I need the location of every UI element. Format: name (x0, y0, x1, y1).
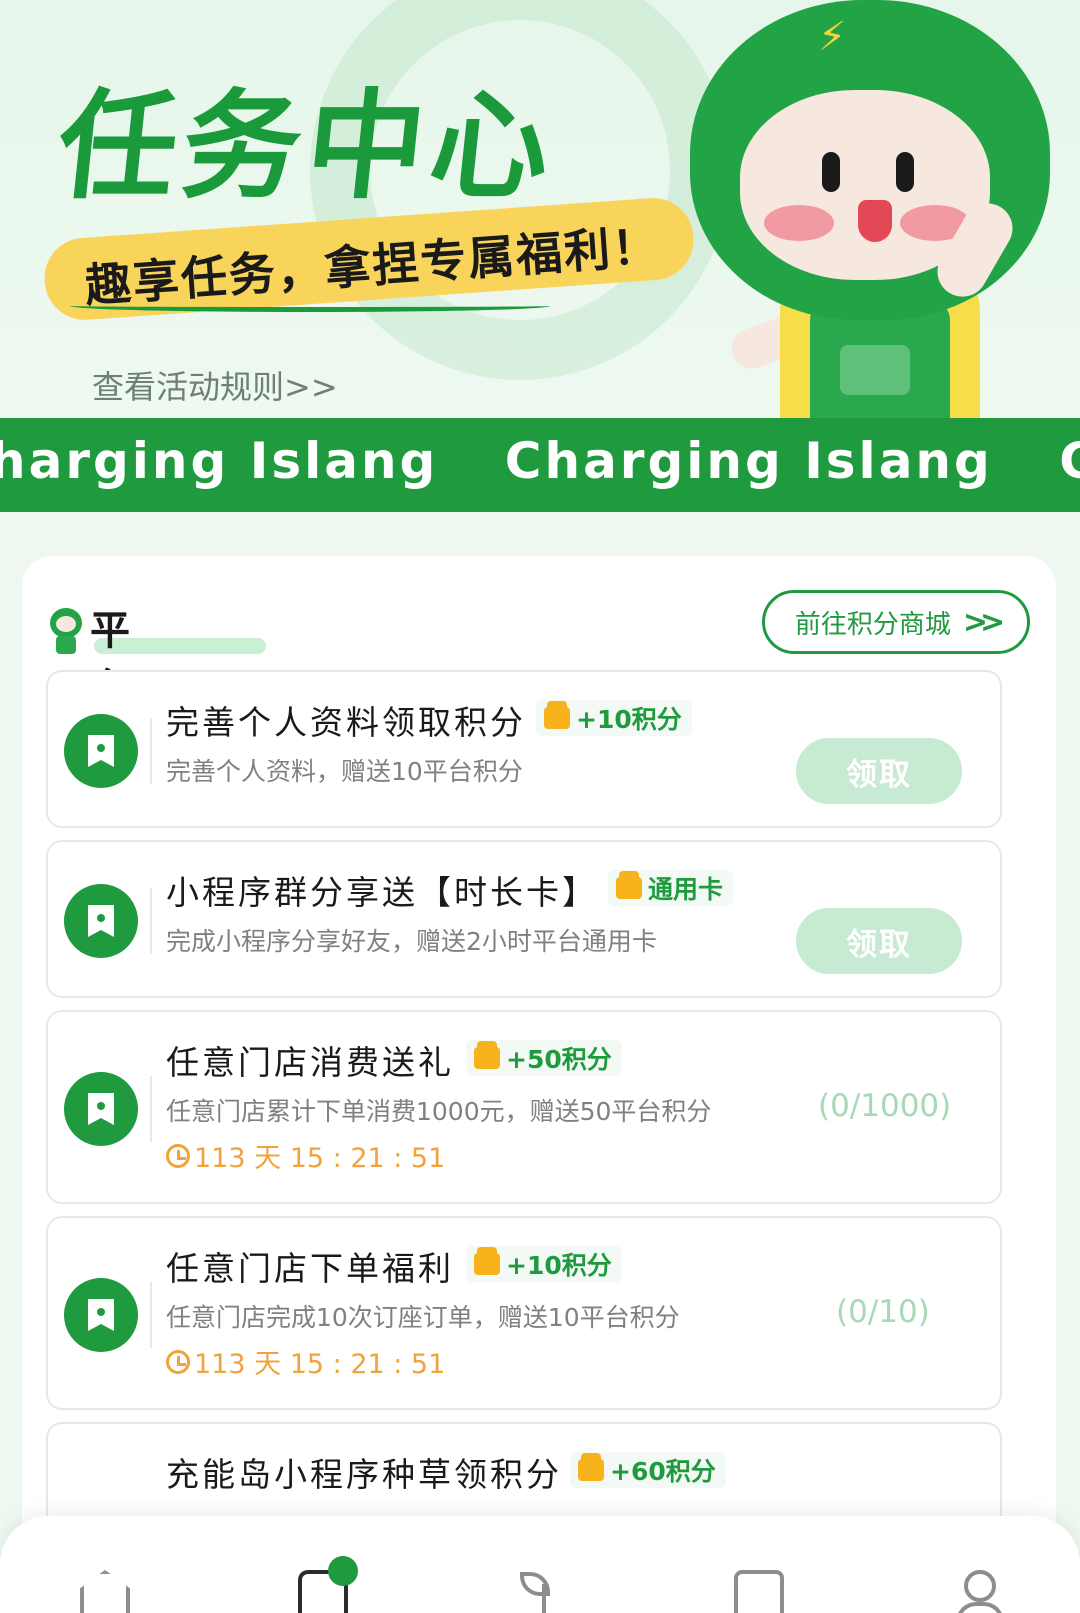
mascot-eye-left (822, 152, 840, 192)
task-title: 任意门店消费送礼 (166, 1043, 454, 1082)
task-countdown: 113 天 15 : 21 : 51 (166, 1136, 445, 1175)
points-mall-button[interactable]: 前往积分商城 >> (762, 590, 1030, 654)
bookmark-icon (64, 714, 138, 788)
page-title: 任务中心 (51, 77, 563, 215)
gift-icon (578, 1453, 604, 1481)
active-indicator (328, 1556, 358, 1586)
mascot-cheek-left (764, 205, 834, 241)
gift-icon (544, 701, 570, 729)
double-chevron-right-icon: >> (962, 604, 1005, 640)
tab-profile[interactable] (952, 1570, 1008, 1613)
reward-badge: +10积分 (466, 1246, 622, 1282)
task-title: 小程序群分享送【时长卡】 (166, 873, 598, 912)
activity-rules-link[interactable]: 查看活动规则>> (92, 362, 338, 408)
points-mall-label: 前往积分商城 (794, 609, 951, 640)
reward-badge: 通用卡 (608, 870, 734, 906)
task-countdown: 113 天 15 : 21 : 51 (166, 1342, 445, 1381)
task-item: 任意门店下单福利 +10积分 任意门店完成10次订座订单，赠送10平台积分 (0… (46, 1216, 1002, 1410)
tab-home[interactable] (80, 1570, 136, 1613)
task-description: 任意门店累计下单消费1000元，赠送50平台积分 (166, 1097, 712, 1126)
task-item: 完善个人资料领取积分 +10积分 完善个人资料，赠送10平台积分 领取 (46, 670, 1002, 828)
checklist-icon (734, 1570, 784, 1613)
hero-swoosh-decor (70, 300, 550, 312)
countdown-text: 113 天 15 : 21 : 51 (194, 1143, 446, 1174)
task-divider (150, 888, 152, 954)
task-title: 完善个人资料领取积分 (166, 703, 526, 742)
bottom-tab-bar (0, 1516, 1080, 1613)
task-divider (150, 718, 152, 784)
claim-button[interactable]: 领取 (796, 738, 962, 804)
mascot-head: ⚡ (690, 0, 1050, 320)
mascot-pocket (840, 345, 910, 395)
lightning-icon: ⚡ (818, 14, 847, 60)
reward-badge: +60积分 (570, 1452, 726, 1488)
task-description: 任意门店完成10次订座订单，赠送10平台积分 (166, 1303, 680, 1332)
reward-badge: +10积分 (536, 700, 692, 736)
tab-tasks[interactable] (298, 1556, 358, 1613)
plant-icon (516, 1570, 566, 1613)
task-title: 任意门店下单福利 (166, 1249, 454, 1288)
mascot-eye-right (896, 152, 914, 192)
task-progress: (0/1000) (818, 1088, 952, 1124)
marquee-item: harging Islang (0, 432, 439, 490)
marquee-item: Charging I (1059, 432, 1080, 490)
task-item: 任意门店消费送礼 +50积分 任意门店累计下单消费1000元，赠送50平台积分 … (46, 1010, 1002, 1204)
reward-text: +10积分 (576, 705, 682, 734)
reward-text: +60积分 (610, 1457, 716, 1486)
brand-marquee: harging Islang Charging Islang Charging … (0, 418, 1080, 512)
bookmark-icon (64, 1278, 138, 1352)
task-description: 完成小程序分享好友，赠送2小时平台通用卡 (166, 927, 657, 956)
task-progress: (0/10) (836, 1294, 930, 1330)
reward-text: +50积分 (506, 1045, 612, 1074)
clock-icon (166, 1143, 190, 1168)
mascot-mini-icon (46, 608, 86, 654)
reward-text: 通用卡 (648, 875, 724, 904)
home-icon (80, 1570, 130, 1613)
reward-text: +10积分 (506, 1251, 612, 1280)
bookmark-icon (64, 1072, 138, 1146)
platform-tasks-card: 平台任务 前往积分商城 >> 完善个人资料领取积分 +10积分 完善个人资料，赠… (22, 556, 1056, 1613)
task-divider (150, 1076, 152, 1142)
tab-checklist[interactable] (734, 1570, 790, 1613)
mascot-illustration: ⚡ (690, 0, 1080, 420)
user-icon (952, 1570, 1004, 1613)
hero-banner: 任务中心 趣享任务，拿捏专属福利！ 查看活动规则>> ⚡ (0, 0, 1080, 420)
task-divider (150, 1282, 152, 1348)
gift-icon (616, 871, 642, 899)
mascot-mouth (858, 200, 892, 242)
countdown-text: 113 天 15 : 21 : 51 (194, 1349, 446, 1380)
task-description: 完善个人资料，赠送10平台积分 (166, 757, 523, 786)
bookmark-icon (64, 884, 138, 958)
marquee-item: Charging Islang (504, 432, 993, 490)
marquee-text: harging Islang Charging Islang Charging … (0, 432, 1080, 490)
task-item: 小程序群分享送【时长卡】 通用卡 完成小程序分享好友，赠送2小时平台通用卡 领取 (46, 840, 1002, 998)
gift-icon (474, 1041, 500, 1069)
reward-badge: +50积分 (466, 1040, 622, 1076)
claim-button[interactable]: 领取 (796, 908, 962, 974)
clock-icon (166, 1349, 190, 1374)
task-title: 充能岛小程序种草领积分 (166, 1455, 562, 1494)
gift-icon (474, 1247, 500, 1275)
tab-plant[interactable] (516, 1570, 572, 1613)
